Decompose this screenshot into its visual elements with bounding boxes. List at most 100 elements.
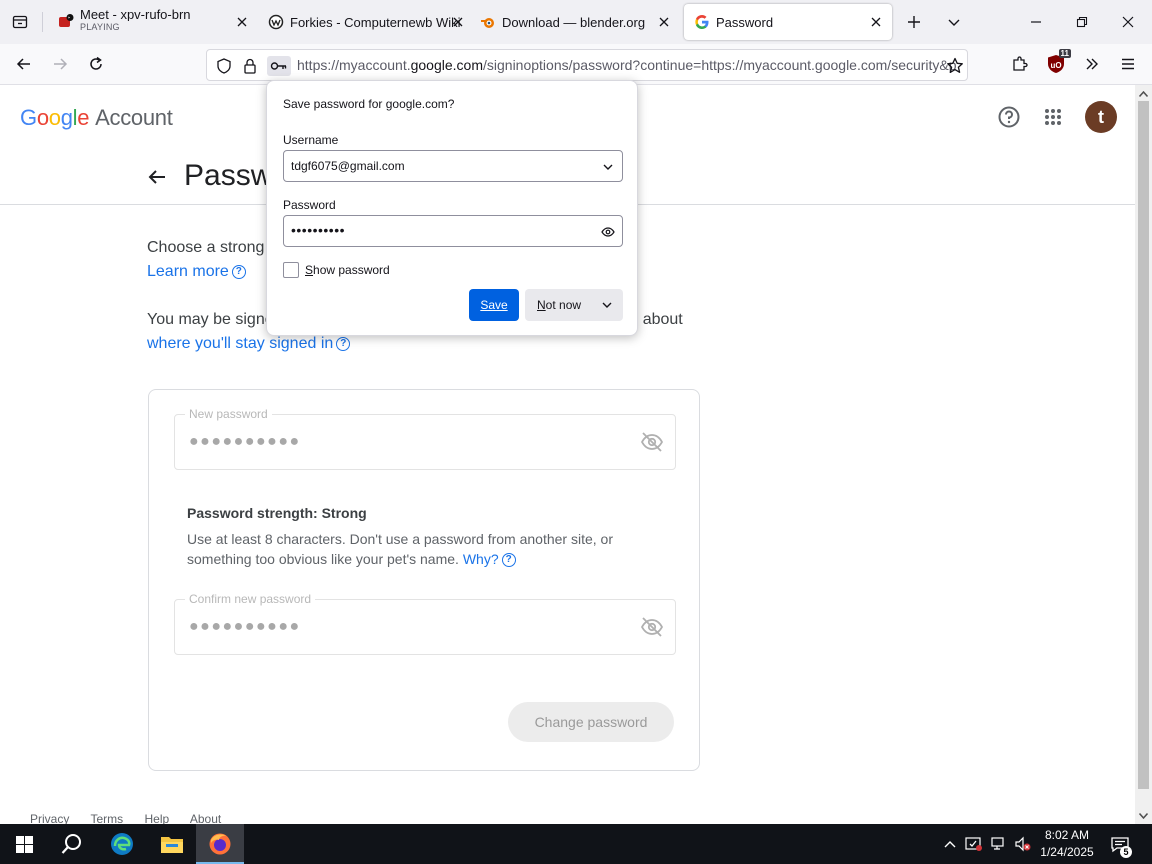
notification-center-button[interactable]: 5 xyxy=(1108,833,1132,858)
footer-terms-link[interactable]: Terms xyxy=(90,812,123,824)
show-password-row[interactable]: Show password xyxy=(283,262,390,278)
close-icon xyxy=(1122,16,1134,28)
taskbar-file-explorer[interactable] xyxy=(148,824,196,864)
start-button[interactable] xyxy=(0,824,48,864)
confirm-password-field[interactable]: Confirm new password ●●●●●●●●●● xyxy=(174,592,676,655)
new-password-field[interactable]: New password ●●●●●●●●●● xyxy=(174,407,676,470)
google-logo-text: Google xyxy=(20,105,90,130)
scroll-thumb[interactable] xyxy=(1138,101,1149,789)
extension-badge: 11 xyxy=(1058,49,1071,58)
url-host: google.com xyxy=(410,57,483,73)
tab-password[interactable]: Password xyxy=(684,4,892,40)
change-password-button[interactable]: Change password xyxy=(508,702,674,742)
tab-blender-download[interactable]: Download — blender.org xyxy=(470,4,680,40)
footer-privacy-link[interactable]: Privacy xyxy=(30,812,69,824)
tab-separator xyxy=(42,12,43,32)
back-button[interactable] xyxy=(10,50,38,78)
tab-title: Download — blender.org xyxy=(502,14,646,30)
scroll-up-icon[interactable] xyxy=(1139,89,1148,98)
app-menu-button[interactable] xyxy=(1114,50,1142,78)
lock-icon[interactable] xyxy=(240,56,260,76)
username-field[interactable]: tdgf6075@gmail.com xyxy=(283,150,623,182)
address-bar[interactable]: https://myaccount.google.com/signinoptio… xyxy=(206,49,968,81)
taskbar-edge[interactable] xyxy=(98,824,146,864)
confirm-password-label: Confirm new password xyxy=(185,592,316,606)
stay-signed-in-link[interactable]: where you'll stay signed in xyxy=(147,335,333,352)
list-all-tabs-button[interactable] xyxy=(940,8,968,36)
avatar[interactable]: t xyxy=(1085,101,1117,133)
ublock-extension-button[interactable]: uO 11 xyxy=(1042,49,1071,78)
forward-button[interactable] xyxy=(46,50,74,78)
confirm-password-value: ●●●●●●●●●● xyxy=(189,618,301,635)
notification-count: 5 xyxy=(1120,846,1132,858)
reload-button[interactable] xyxy=(82,50,110,78)
footer-help-link[interactable]: Help xyxy=(144,812,169,824)
ublock-icon: uO 11 xyxy=(1047,49,1071,74)
minimize-icon xyxy=(1031,21,1041,23)
minimize-button[interactable] xyxy=(1022,8,1050,36)
apps-grid-icon xyxy=(1045,109,1061,125)
plus-icon xyxy=(908,16,920,28)
wiki-icon xyxy=(268,14,284,30)
star-icon[interactable] xyxy=(945,56,965,76)
chevron-up-icon[interactable] xyxy=(941,835,959,853)
taskbar-firefox[interactable] xyxy=(196,824,244,864)
close-tab-icon[interactable] xyxy=(450,14,466,30)
url-text[interactable]: https://myaccount.google.com/signinoptio… xyxy=(297,57,957,73)
clock-date: 1/24/2025 xyxy=(1040,845,1094,859)
eye-off-icon[interactable] xyxy=(639,429,665,455)
save-button[interactable]: Save xyxy=(469,289,519,321)
strength-help-text: Use at least 8 characters. Don't use a p… xyxy=(187,531,613,567)
tab-meet[interactable]: Meet - xpv-rufo-brn PLAYING xyxy=(48,4,258,40)
page-scrollbar[interactable] xyxy=(1135,85,1152,824)
why-link[interactable]: Why? xyxy=(463,551,499,567)
password-value: •••••••••• xyxy=(291,222,346,238)
close-tab-icon[interactable] xyxy=(234,14,250,30)
double-chevron-right-icon xyxy=(1086,58,1098,70)
windows-taskbar: 8:02 AM 1/24/2025 5 xyxy=(0,824,1152,864)
network-icon[interactable] xyxy=(990,835,1008,853)
help-circle-icon[interactable]: ? xyxy=(501,553,516,568)
eye-off-icon[interactable] xyxy=(639,614,665,640)
help-circle-icon[interactable]: ? xyxy=(231,264,246,279)
svg-text:uO: uO xyxy=(1050,61,1061,70)
security-tray-icon[interactable] xyxy=(965,835,983,853)
help-circle-icon[interactable]: ? xyxy=(336,336,351,351)
back-arrow-button[interactable] xyxy=(145,165,169,189)
key-icon[interactable] xyxy=(267,56,291,76)
tab-forkies-wiki[interactable]: Forkies - Computernewb Wiki xyxy=(258,4,470,40)
hamburger-menu-icon xyxy=(1122,58,1134,70)
popup-title: Save password for google.com? xyxy=(283,97,455,111)
password-strength-label: Password strength: Strong xyxy=(187,505,367,521)
google-icon xyxy=(694,14,710,30)
volume-muted-icon[interactable] xyxy=(1014,835,1032,853)
chevron-down-icon[interactable] xyxy=(599,297,615,313)
footer-links: Privacy Terms Help About xyxy=(30,812,239,824)
password-field[interactable]: •••••••••• xyxy=(283,215,623,247)
google-apps-button[interactable] xyxy=(1039,103,1067,131)
puzzle-icon xyxy=(1013,56,1028,71)
search-button[interactable] xyxy=(48,824,96,864)
new-password-value: ●●●●●●●●●● xyxy=(189,433,301,450)
chevron-down-icon[interactable] xyxy=(600,159,616,175)
shield-icon[interactable] xyxy=(214,56,234,76)
firefox-view-button[interactable] xyxy=(6,8,34,36)
restore-button[interactable] xyxy=(1068,8,1096,36)
show-password-checkbox[interactable] xyxy=(283,262,299,278)
scroll-down-icon[interactable] xyxy=(1139,811,1148,820)
help-button[interactable] xyxy=(995,103,1023,131)
footer-about-link[interactable]: About xyxy=(190,812,221,824)
close-tab-icon[interactable] xyxy=(656,14,672,30)
learn-more-link[interactable]: Learn more xyxy=(147,263,229,280)
more-tools-button[interactable] xyxy=(1078,50,1106,78)
close-window-button[interactable] xyxy=(1114,8,1142,36)
close-tab-icon[interactable] xyxy=(868,14,884,30)
system-clock[interactable]: 8:02 AM 1/24/2025 xyxy=(1036,827,1098,861)
password-form-card: New password ●●●●●●●●●● Password strengt… xyxy=(148,389,700,771)
windows-logo-icon xyxy=(15,835,33,853)
extensions-button[interactable] xyxy=(1006,50,1034,78)
eye-icon[interactable] xyxy=(600,224,616,240)
not-now-button[interactable]: Not now xyxy=(525,289,623,321)
new-tab-button[interactable] xyxy=(900,8,928,36)
google-account-logo[interactable]: Google Account xyxy=(20,105,173,131)
